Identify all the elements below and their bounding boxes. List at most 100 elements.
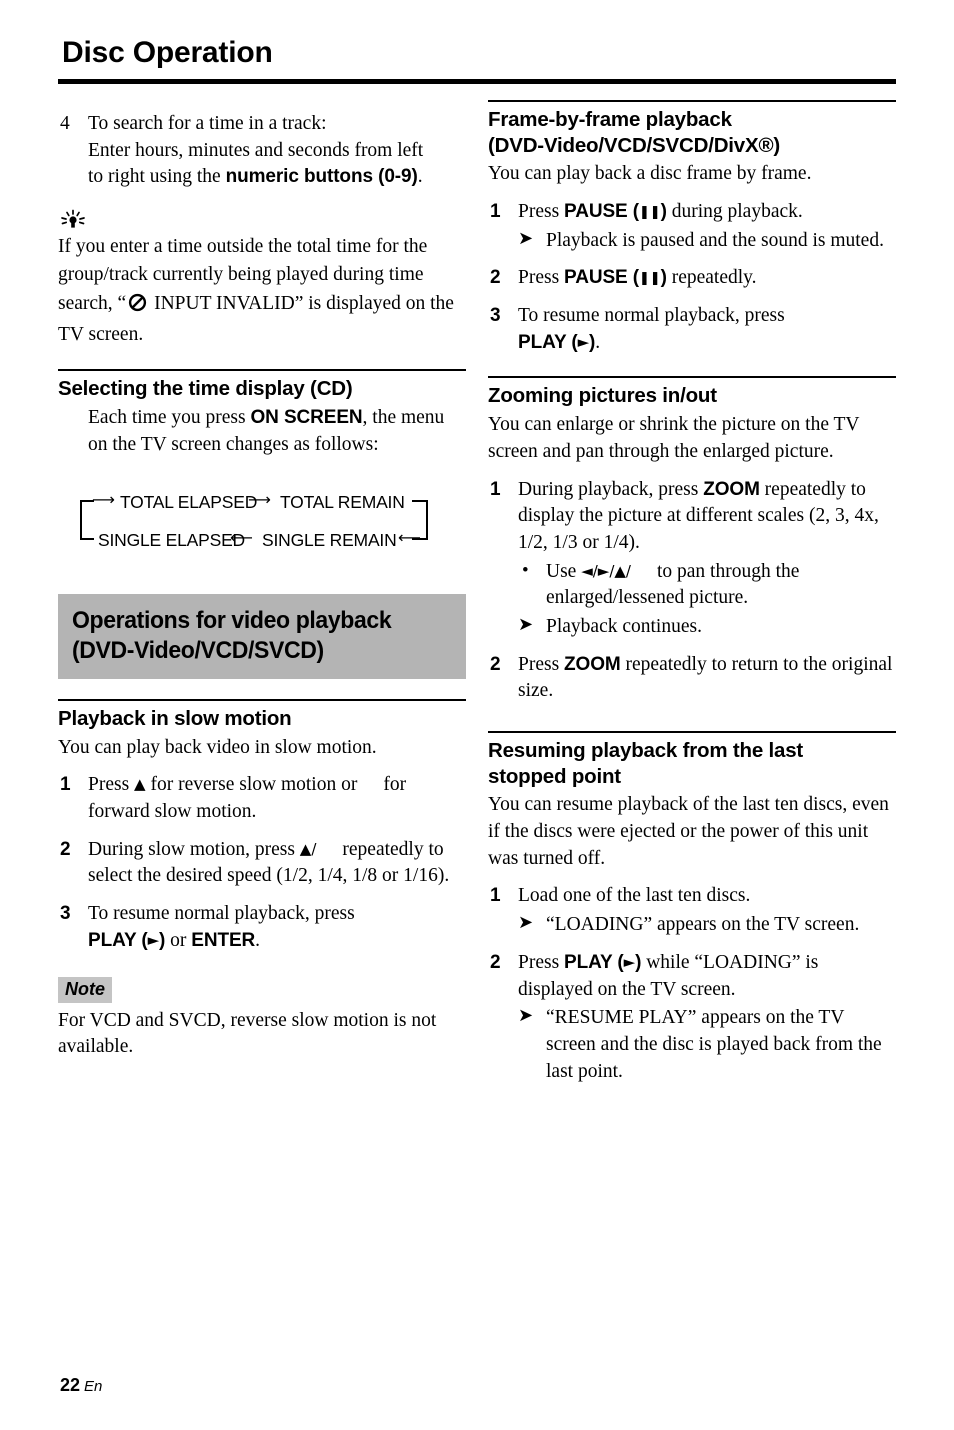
- step-text: Load one of the last ten discs.: [518, 885, 751, 907]
- note-text: For VCD and SVCD, reverse slow motion is…: [58, 1009, 437, 1058]
- footer-page-number: 22: [60, 1375, 81, 1395]
- step-item: 2 Press PLAY (►) while “LOADING” is disp…: [488, 950, 896, 1086]
- play-arrow-glyph: ►: [623, 952, 636, 971]
- time-display-cycle-diagram: TOTAL ELAPSED TOTAL REMAIN SINGLE REMAIN…: [80, 492, 440, 558]
- result-text: “LOADING” appears on the TV screen.: [546, 914, 860, 936]
- step-number: 2: [490, 267, 501, 289]
- cycle-item-single-elapsed: SINGLE ELAPSED: [98, 530, 245, 551]
- step-number: 2: [60, 838, 71, 860]
- step-item: 2 Press PAUSE (❚❚) repeatedly.: [488, 265, 896, 292]
- step-result: ➤ Playback is paused and the sound is mu…: [518, 228, 896, 255]
- step-post: .: [255, 929, 261, 951]
- bullet-pre: Use: [546, 560, 582, 582]
- up-arrow-glyph: ▲/: [299, 839, 317, 858]
- cycle-connector-right: [426, 500, 428, 541]
- step-number: 1: [490, 885, 501, 907]
- up-arrow-glyph: ▲: [134, 775, 146, 794]
- step-result: ➤ “RESUME PLAY” appears on the TV screen…: [518, 1005, 896, 1085]
- manual-page: Disc Operation 4 To search for a time in…: [0, 0, 954, 1430]
- section-heading-zooming: Zooming pictures in/out: [488, 384, 717, 408]
- section-banner-video-playback: Operations for video playback (DVD-Video…: [58, 594, 466, 679]
- step-pre: Press: [88, 774, 135, 796]
- section-intro-slow-motion: You can play back video in slow motion.: [58, 736, 377, 758]
- step-item: 1 Load one of the last ten discs. ➤ “LOA…: [488, 883, 896, 938]
- step-pre: Press: [518, 653, 565, 675]
- result-arrow-icon: ➤: [518, 912, 534, 934]
- step-line: to right using the: [88, 166, 226, 188]
- step-item: 4 To search for a time in a track: Enter…: [58, 111, 466, 191]
- step-number: 1: [490, 478, 501, 500]
- step-mid: for reverse slow motion or: [145, 774, 358, 796]
- step-post: repeatedly.: [666, 267, 757, 289]
- play-label: PLAY (: [88, 929, 148, 951]
- step-pre: During slow motion, press: [88, 838, 300, 860]
- result-text: “RESUME PLAY” appears on the TV screen a…: [546, 1007, 882, 1082]
- step-post: .: [595, 331, 601, 353]
- title-divider: [58, 79, 896, 84]
- cycle-item-total-elapsed: TOTAL ELAPSED: [120, 492, 258, 513]
- step-line: To search for a time in a track:: [88, 113, 327, 134]
- play-arrow-glyph: ►: [147, 930, 160, 949]
- step-item: 1 Press ▲ for reverse slow motion or for …: [58, 772, 466, 825]
- on-screen-label: ON SCREEN: [250, 406, 363, 428]
- bullet-dot-icon: •: [522, 559, 529, 581]
- numeric-buttons-label: numeric buttons (0-9): [225, 166, 418, 188]
- step-pre: Press: [518, 267, 565, 289]
- cycle-connector-top-right: [412, 500, 428, 503]
- pause-glyph: ❚❚: [639, 271, 661, 287]
- step-result: ➤ “LOADING” appears on the TV screen.: [518, 912, 896, 939]
- section-heading-slow-motion: Playback in slow motion: [58, 706, 292, 730]
- cycle-item-single-remain: SINGLE REMAIN: [262, 530, 397, 551]
- heading-line-1: Resuming playback from the last: [488, 739, 804, 763]
- left-column: 4 To search for a time in a track: Enter…: [58, 100, 466, 1061]
- section-intro-frame-by-frame: You can play back a disc frame by frame.: [488, 163, 812, 185]
- step-number: 2: [490, 951, 501, 973]
- heading-line-2: (DVD-Video/VCD/SVCD/DivX®): [488, 133, 781, 157]
- step-item: 1 Press PAUSE (❚❚) during playback. ➤ Pl…: [488, 199, 896, 254]
- result-arrow-icon: ➤: [518, 1005, 534, 1027]
- step-pre: Press: [518, 200, 565, 222]
- result-text: Playback continues.: [546, 616, 702, 638]
- pause-label: PAUSE (: [564, 267, 640, 289]
- step-line-end: .: [417, 166, 423, 188]
- note-label: Note: [58, 976, 112, 1003]
- heading-line-1: Frame-by-frame playback: [488, 108, 732, 131]
- tip-text: If you enter a time outside the total ti…: [58, 233, 466, 349]
- page-footer: 22 En: [60, 1375, 102, 1396]
- tip-bulb-icon: [58, 209, 466, 231]
- cycle-arrow-right-2: ⟶: [248, 490, 271, 510]
- cycle-connector-left: [80, 500, 82, 541]
- section-intro-zooming: You can enlarge or shrink the picture on…: [488, 414, 860, 462]
- result-arrow-icon: ➤: [518, 227, 534, 249]
- section-heading-resuming: Resuming playback from the last stopped …: [488, 738, 896, 789]
- result-arrow-icon: ➤: [518, 614, 534, 636]
- section-heading-frame-by-frame: Frame-by-frame playback (DVD-Video/VCD/S…: [488, 107, 896, 158]
- zoom-label: ZOOM: [703, 478, 760, 500]
- cycle-arrow-right-1: ⟶: [92, 490, 115, 510]
- pause-label: PAUSE (: [564, 200, 640, 222]
- play-label: PLAY (: [518, 331, 578, 353]
- step-number: 1: [60, 774, 71, 796]
- cycle-item-total-remain: TOTAL REMAIN: [280, 492, 405, 513]
- play-arrow-glyph: ►: [577, 332, 590, 351]
- step-number: 1: [490, 200, 501, 222]
- body-pre: Each time you press: [88, 406, 251, 428]
- step-line: Enter hours, minutes and seconds from le…: [88, 139, 424, 161]
- step-result: ➤ Playback continues.: [518, 614, 896, 641]
- section-divider: [488, 731, 896, 734]
- section-divider: [58, 698, 466, 701]
- step-pre: To resume normal playback, press: [518, 305, 785, 327]
- banner-line-1: Operations for video playback: [72, 607, 392, 635]
- step-item: 3 To resume normal playback, press PLAY …: [488, 303, 896, 356]
- step-pre: During playback, press: [518, 478, 704, 500]
- step-item: 2 During slow motion, press ▲/ repeatedly…: [58, 837, 466, 890]
- heading-line-2: stopped point: [488, 764, 621, 788]
- section-divider: [488, 376, 896, 379]
- section-body-time-display: Each time you press ON SCREEN, the menu …: [88, 405, 466, 458]
- footer-language-code: En: [84, 1378, 103, 1395]
- step-number: 2: [490, 653, 501, 675]
- banner-line-2: (DVD-Video/VCD/SVCD): [72, 636, 324, 664]
- section-heading-time-display: Selecting the time display (CD): [58, 377, 353, 401]
- result-text: Playback is paused and the sound is mute…: [546, 229, 884, 251]
- step-mid: repeatedly: [342, 838, 424, 860]
